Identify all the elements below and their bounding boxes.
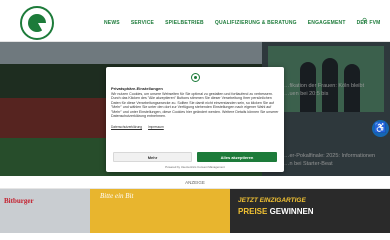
ad-headline-2: PREISE GEWINNEN — [238, 207, 314, 217]
cookie-consent-dialog: Privatsphäre-Einstellungen Wir nutzen Co… — [106, 67, 284, 172]
ad-brand-logo: Bitburger — [4, 197, 34, 205]
site-header: NEWS SERVICE SPIELBETRIEB QUALIFIZIERUNG… — [0, 0, 390, 42]
powered-by-text: Powered by Usercentrics Consent Manageme… — [165, 165, 225, 169]
more-button[interactable]: Mehr — [113, 152, 192, 162]
fvm-logo[interactable] — [20, 6, 54, 40]
nav-item-service[interactable]: SERVICE — [131, 18, 154, 28]
ad-headline-word: GEWINNEN — [269, 207, 314, 216]
nav-item-news[interactable]: NEWS — [104, 18, 120, 28]
logo-emblem-icon — [28, 14, 48, 32]
search-icon[interactable]: ⚲ — [362, 17, 367, 27]
ad-beer-image — [0, 189, 90, 233]
nav-item-engagement[interactable]: ENGAGEMENT — [308, 18, 346, 28]
accessibility-icon[interactable]: ♿ — [372, 120, 389, 137]
dialog-body-text: Wir nutzen Cookies, um unsere Webseiten … — [111, 92, 279, 119]
imprint-link[interactable]: Impressum — [148, 125, 164, 130]
privacy-policy-link[interactable]: Datenschutzerklärung — [111, 125, 142, 130]
ad-headline-word: PREISE — [238, 207, 268, 216]
nav-item-spielbetrieb[interactable]: SPIELBETRIEB — [165, 18, 204, 28]
ad-slogan: Bitte ein Bit — [100, 192, 134, 200]
fvm-logo-icon — [191, 73, 200, 82]
ad-headline-1: JETZT EINZIGARTIGE — [238, 197, 306, 204]
dialog-links: Datenschutzerklärung Impressum — [111, 125, 164, 130]
accept-all-button[interactable]: Alles akzeptieren — [197, 152, 277, 162]
main-nav: NEWS SERVICE SPIELBETRIEB QUALIFIZIERUNG… — [104, 18, 380, 28]
advertisement-banner[interactable]: Bitburger Bitte ein Bit JETZT EINZIGARTI… — [0, 189, 390, 233]
nav-item-der-fvm[interactable]: DER FVM — [357, 18, 381, 28]
nav-item-qualifizierung[interactable]: QUALIFIZIERUNG & BERATUNG — [215, 18, 297, 28]
ad-label: ANZEIGE — [185, 180, 205, 185]
ad-section-header: ANZEIGE — [0, 176, 390, 189]
